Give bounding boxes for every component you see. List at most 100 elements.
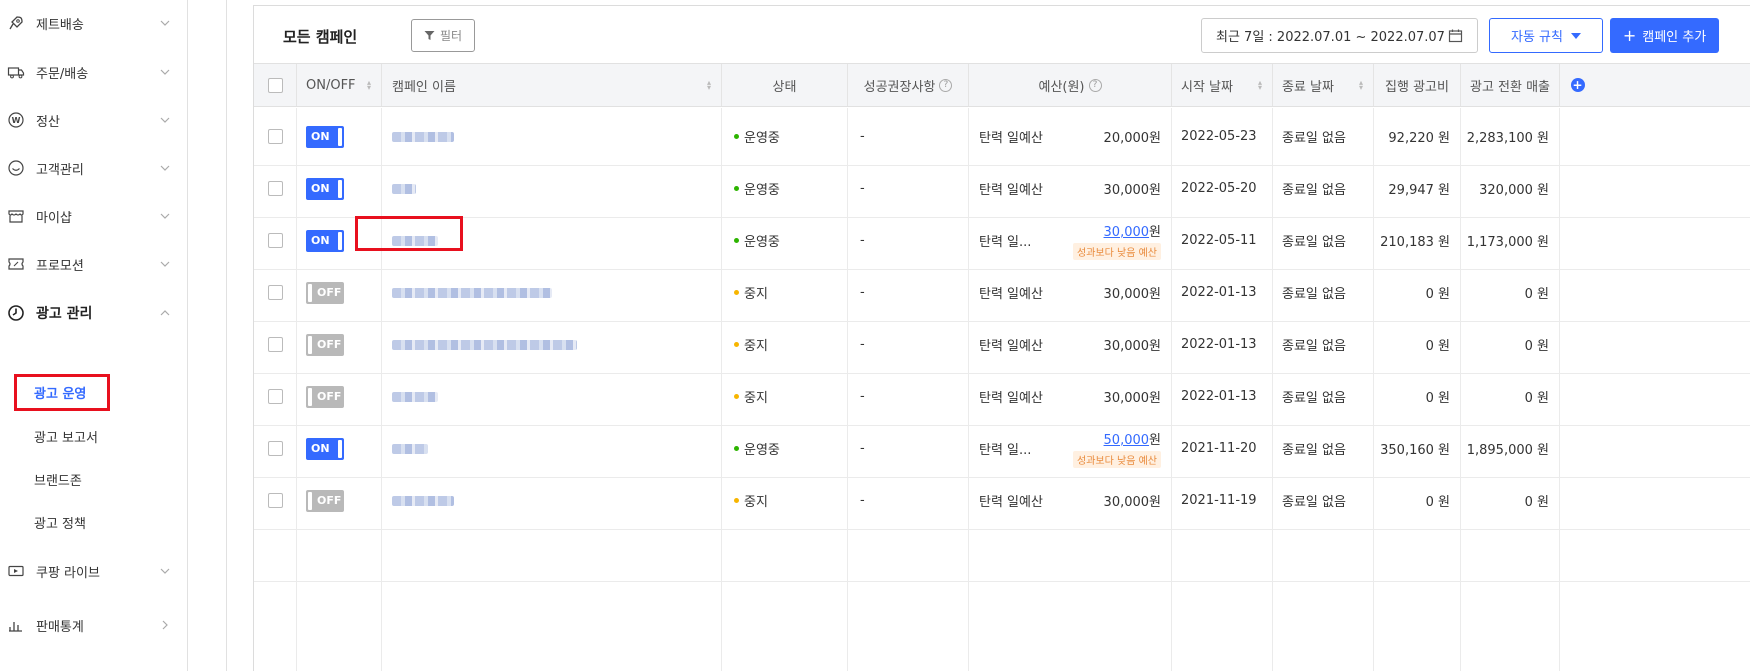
sidebar-sub-ad-operation[interactable]: 광고 운영: [34, 383, 86, 402]
end-date: 종료일 없음: [1282, 495, 1346, 510]
toggle-knob: [338, 127, 342, 146]
status-dot: [734, 446, 739, 451]
campaign-panel: 모든 캠페인 필터 최근 7일 : 2022.07.01 ~ 2022.07.0…: [253, 5, 1750, 671]
campaign-toggle[interactable]: OFF: [306, 385, 344, 408]
sidebar-sub-brandzone[interactable]: 브랜드존: [34, 470, 82, 489]
campaign-toggle[interactable]: OFF: [306, 489, 344, 512]
header-start-date[interactable]: 시작 날짜 ▴ ▾: [1172, 64, 1273, 106]
row-checkbox[interactable]: [267, 493, 283, 508]
ad-spend-cell: 0 원: [1374, 368, 1461, 425]
row-checkbox[interactable]: [267, 233, 283, 248]
empty-cell: [969, 582, 1172, 671]
chevron-down-icon: [160, 165, 170, 171]
recommendation-text: -: [860, 233, 865, 248]
status-cell: 운영중: [722, 420, 848, 477]
budget-type: 탄력 일예산: [979, 339, 1043, 354]
sidebar-item-customers[interactable]: 고객관리: [0, 155, 188, 181]
budget-link[interactable]: 50,000: [1104, 433, 1150, 448]
sidebar-item-sales-stats[interactable]: 판매통계: [0, 612, 188, 638]
toggle-knob: [308, 491, 312, 510]
sidebar-item-orders[interactable]: 주문/배송: [0, 59, 188, 85]
empty-cell: [297, 524, 382, 581]
recommendation-text: -: [860, 181, 865, 196]
table-row: OFF 중지 - 탄력 일예산 30,000원 2022-01-13 종료일 없음 0 원 0 …: [254, 316, 1750, 374]
sidebar-item-settlement[interactable]: W 정산: [0, 107, 188, 133]
budget-link[interactable]: 30,000: [1104, 225, 1150, 240]
start-date: 2022-05-23: [1181, 129, 1257, 144]
ad-spend: 0 원: [1425, 495, 1450, 510]
campaign-name-link[interactable]: [392, 339, 577, 350]
status-text: 중지: [744, 495, 768, 510]
filter-button[interactable]: 필터: [411, 19, 475, 52]
header-label: 예산(원): [1038, 79, 1085, 95]
empty-cell: [254, 582, 297, 671]
end-date: 종료일 없음: [1282, 131, 1346, 146]
table-row: ON 운영중 - 탄력 일예산 20,000원 2022-05-23 종료일 없음 92,22…: [254, 108, 1750, 166]
sidebar-item-jet-delivery[interactable]: 제트배송: [0, 10, 188, 36]
campaign-name-link[interactable]: [392, 443, 428, 454]
budget-value: 30,000원: [1103, 183, 1161, 198]
auto-rule-dropdown[interactable]: 자동 규칙: [1489, 18, 1603, 53]
campaign-name-link[interactable]: [392, 131, 454, 142]
budget-type: 탄력 일...: [979, 443, 1032, 458]
sidebar-item-coupang-live[interactable]: 쿠팡 라이브: [0, 558, 188, 584]
chevron-down-icon: [160, 69, 170, 75]
ad-revenue: 2,283,100 원: [1466, 131, 1549, 146]
header-campaign-name[interactable]: 캠페인 이름 ▴ ▾: [382, 64, 722, 106]
campaign-name-link[interactable]: [392, 183, 416, 194]
chevron-down-icon: [160, 213, 170, 219]
row-checkbox[interactable]: [267, 337, 283, 352]
campaign-toggle[interactable]: ON: [306, 125, 344, 148]
header-recommendation: 성공권장사항?: [848, 64, 969, 106]
campaign-toggle[interactable]: ON: [306, 437, 344, 460]
filter-label: 필터: [439, 29, 463, 43]
sidebar-sub-ad-policy[interactable]: 광고 정책: [34, 513, 86, 532]
start-date-cell: 2022-01-13: [1172, 264, 1273, 321]
table-row: OFF 중지 - 탄력 일예산 30,000원 2022-01-13 종료일 없음 0 원 0 …: [254, 264, 1750, 322]
row-checkbox[interactable]: [267, 129, 283, 144]
empty-cell: [1461, 582, 1560, 671]
campaign-toggle[interactable]: OFF: [306, 281, 344, 304]
sidebar-item-myshop[interactable]: 마이샵: [0, 203, 188, 229]
sort-icon: ▴ ▾: [1257, 78, 1262, 92]
add-campaign-button[interactable]: + 캠페인 추가: [1610, 18, 1719, 53]
live-icon: [6, 561, 26, 581]
table-row: OFF 중지 - 탄력 일예산 30,000원 2022-01-13 종료일 없음 0 원 0 …: [254, 368, 1750, 426]
campaign-toggle[interactable]: OFF: [306, 333, 344, 356]
campaign-name-link[interactable]: [392, 391, 438, 402]
ad-spend: 92,220 원: [1388, 131, 1450, 146]
row-checkbox[interactable]: [267, 181, 283, 196]
campaign-name-link[interactable]: [392, 495, 454, 506]
help-icon[interactable]: ?: [1088, 78, 1102, 92]
checkbox-cell: [254, 316, 297, 373]
sidebar-sub-ad-report[interactable]: 광고 보고서: [34, 427, 98, 446]
select-all-checkbox[interactable]: [267, 77, 283, 93]
row-checkbox[interactable]: [267, 441, 283, 456]
status-dot: [734, 394, 739, 399]
row-checkbox[interactable]: [267, 389, 283, 404]
header-end-date[interactable]: 종료 날짜 ▴ ▾: [1273, 64, 1374, 106]
sidebar-item-promotion[interactable]: 프로모션: [0, 251, 188, 277]
header-checkbox-cell: [254, 64, 297, 106]
help-icon[interactable]: ?: [939, 78, 953, 92]
checkbox-cell: [254, 472, 297, 529]
campaign-toggle[interactable]: ON: [306, 229, 344, 252]
sidebar-item-label: 제트배송: [36, 17, 84, 33]
date-range-picker[interactable]: 최근 7일 : 2022.07.01 ~ 2022.07.07: [1201, 18, 1478, 53]
budget-type: 탄력 일예산: [979, 287, 1043, 302]
status-cell: 중지: [722, 264, 848, 321]
sidebar-item-ad-management[interactable]: 광고 관리: [0, 300, 188, 326]
header-status: 상태: [722, 64, 848, 106]
campaign-toggle[interactable]: ON: [306, 177, 344, 200]
status-cell: 운영중: [722, 108, 848, 165]
budget-type: 탄력 일...: [979, 235, 1032, 250]
header-onoff[interactable]: ON/OFF ▴ ▾: [297, 64, 382, 106]
smile-icon: [6, 158, 26, 178]
filter-icon: [424, 31, 435, 40]
campaign-name-link[interactable]: [392, 287, 552, 298]
start-date: 2022-01-13: [1181, 389, 1257, 404]
empty-cell: [722, 582, 848, 671]
header-add-column[interactable]: +: [1560, 64, 1595, 106]
recommendation-cell: -: [848, 212, 969, 269]
row-checkbox[interactable]: [267, 285, 283, 300]
